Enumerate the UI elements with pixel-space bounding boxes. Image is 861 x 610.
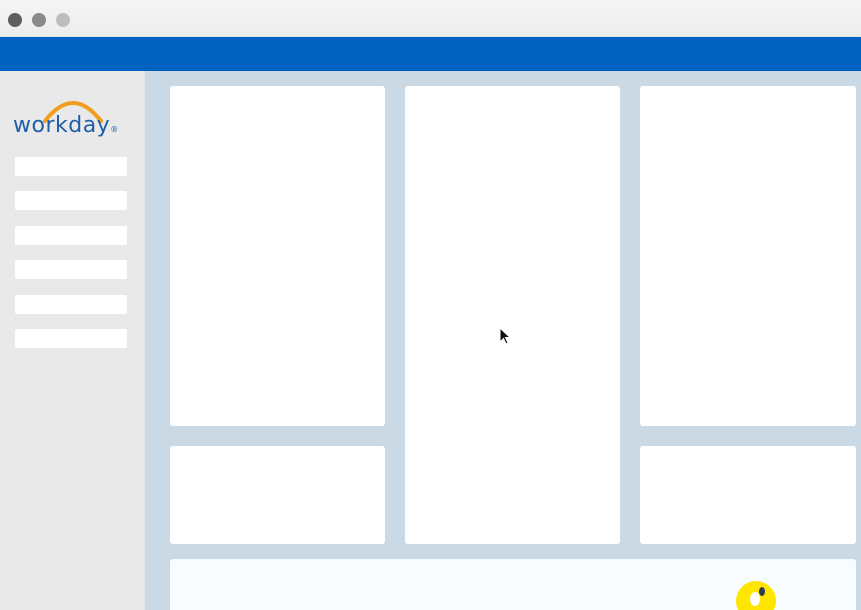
sidebar-item-4[interactable] bbox=[15, 260, 127, 279]
sidebar-item-6[interactable] bbox=[15, 329, 127, 348]
window-titlebar bbox=[0, 0, 861, 37]
sidebar-item-5[interactable] bbox=[15, 295, 127, 314]
card-center-tall[interactable] bbox=[405, 86, 620, 544]
sidebar-item-2[interactable] bbox=[15, 191, 127, 210]
logo-wordmark: workday® bbox=[13, 113, 119, 138]
workday-logo[interactable]: workday® bbox=[13, 93, 131, 141]
browser-window: workday® bbox=[0, 0, 861, 610]
close-window-button[interactable] bbox=[8, 13, 22, 27]
app-header-bar bbox=[0, 37, 861, 71]
card-top-left[interactable] bbox=[170, 86, 385, 426]
card-footer-wide[interactable] bbox=[170, 559, 856, 610]
card-bottom-right[interactable] bbox=[640, 446, 856, 544]
minimize-window-button[interactable] bbox=[32, 13, 46, 27]
card-bottom-left[interactable] bbox=[170, 446, 385, 544]
card-top-right[interactable] bbox=[640, 86, 856, 426]
sidebar: workday® bbox=[0, 71, 145, 610]
assistant-bubble-icon[interactable] bbox=[736, 581, 776, 610]
assistant-eye-icon bbox=[759, 587, 765, 596]
zoom-window-button[interactable] bbox=[56, 13, 70, 27]
sidebar-item-1[interactable] bbox=[15, 157, 127, 176]
mouse-cursor-icon bbox=[499, 327, 512, 345]
sidebar-item-3[interactable] bbox=[15, 226, 127, 245]
